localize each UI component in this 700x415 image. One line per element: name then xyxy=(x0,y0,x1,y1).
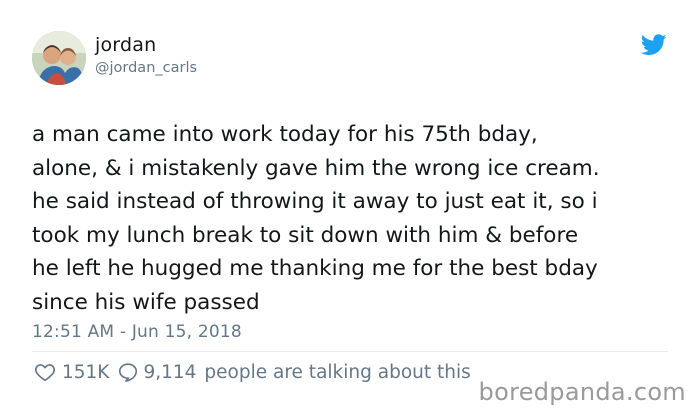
divider xyxy=(32,351,668,352)
talking-about-text[interactable]: people are talking about this xyxy=(204,362,470,383)
tweet-timestamp[interactable]: 12:51 AM - Jun 15, 2018 xyxy=(32,322,242,342)
tweet-line: a man came into work today for his 75th … xyxy=(32,122,538,147)
user-avatar-photo xyxy=(32,31,86,85)
speech-bubble-icon[interactable] xyxy=(117,361,139,383)
reply-count[interactable]: 9,114 xyxy=(143,362,196,383)
like-count[interactable]: 151K xyxy=(62,362,109,383)
author-handle[interactable]: @jordan_carls xyxy=(95,60,197,76)
tweet-line: alone, & i mistakenly gave him the wrong… xyxy=(32,155,600,181)
tweet-line: he left he hugged me thanking me for the… xyxy=(32,256,598,281)
tweet-line: since his wife passed xyxy=(32,289,260,315)
tweet-text: a man came into work today for his 75th … xyxy=(32,118,682,319)
author-display-name[interactable]: jordan xyxy=(95,34,156,56)
tweet-line: he said instead of throwing it away to j… xyxy=(32,189,598,214)
avatar[interactable] xyxy=(32,31,86,85)
watermark: boredpanda.com xyxy=(478,378,686,406)
tweet-card: jordan @jordan_carls a man came into wor… xyxy=(0,0,700,415)
tweet-line: took my lunch break to sit down with him… xyxy=(32,222,579,248)
engagement-bar: 151K 9,114 people are talking about this xyxy=(34,359,471,385)
twitter-bird-icon[interactable] xyxy=(640,34,667,56)
heart-icon[interactable] xyxy=(34,361,56,383)
